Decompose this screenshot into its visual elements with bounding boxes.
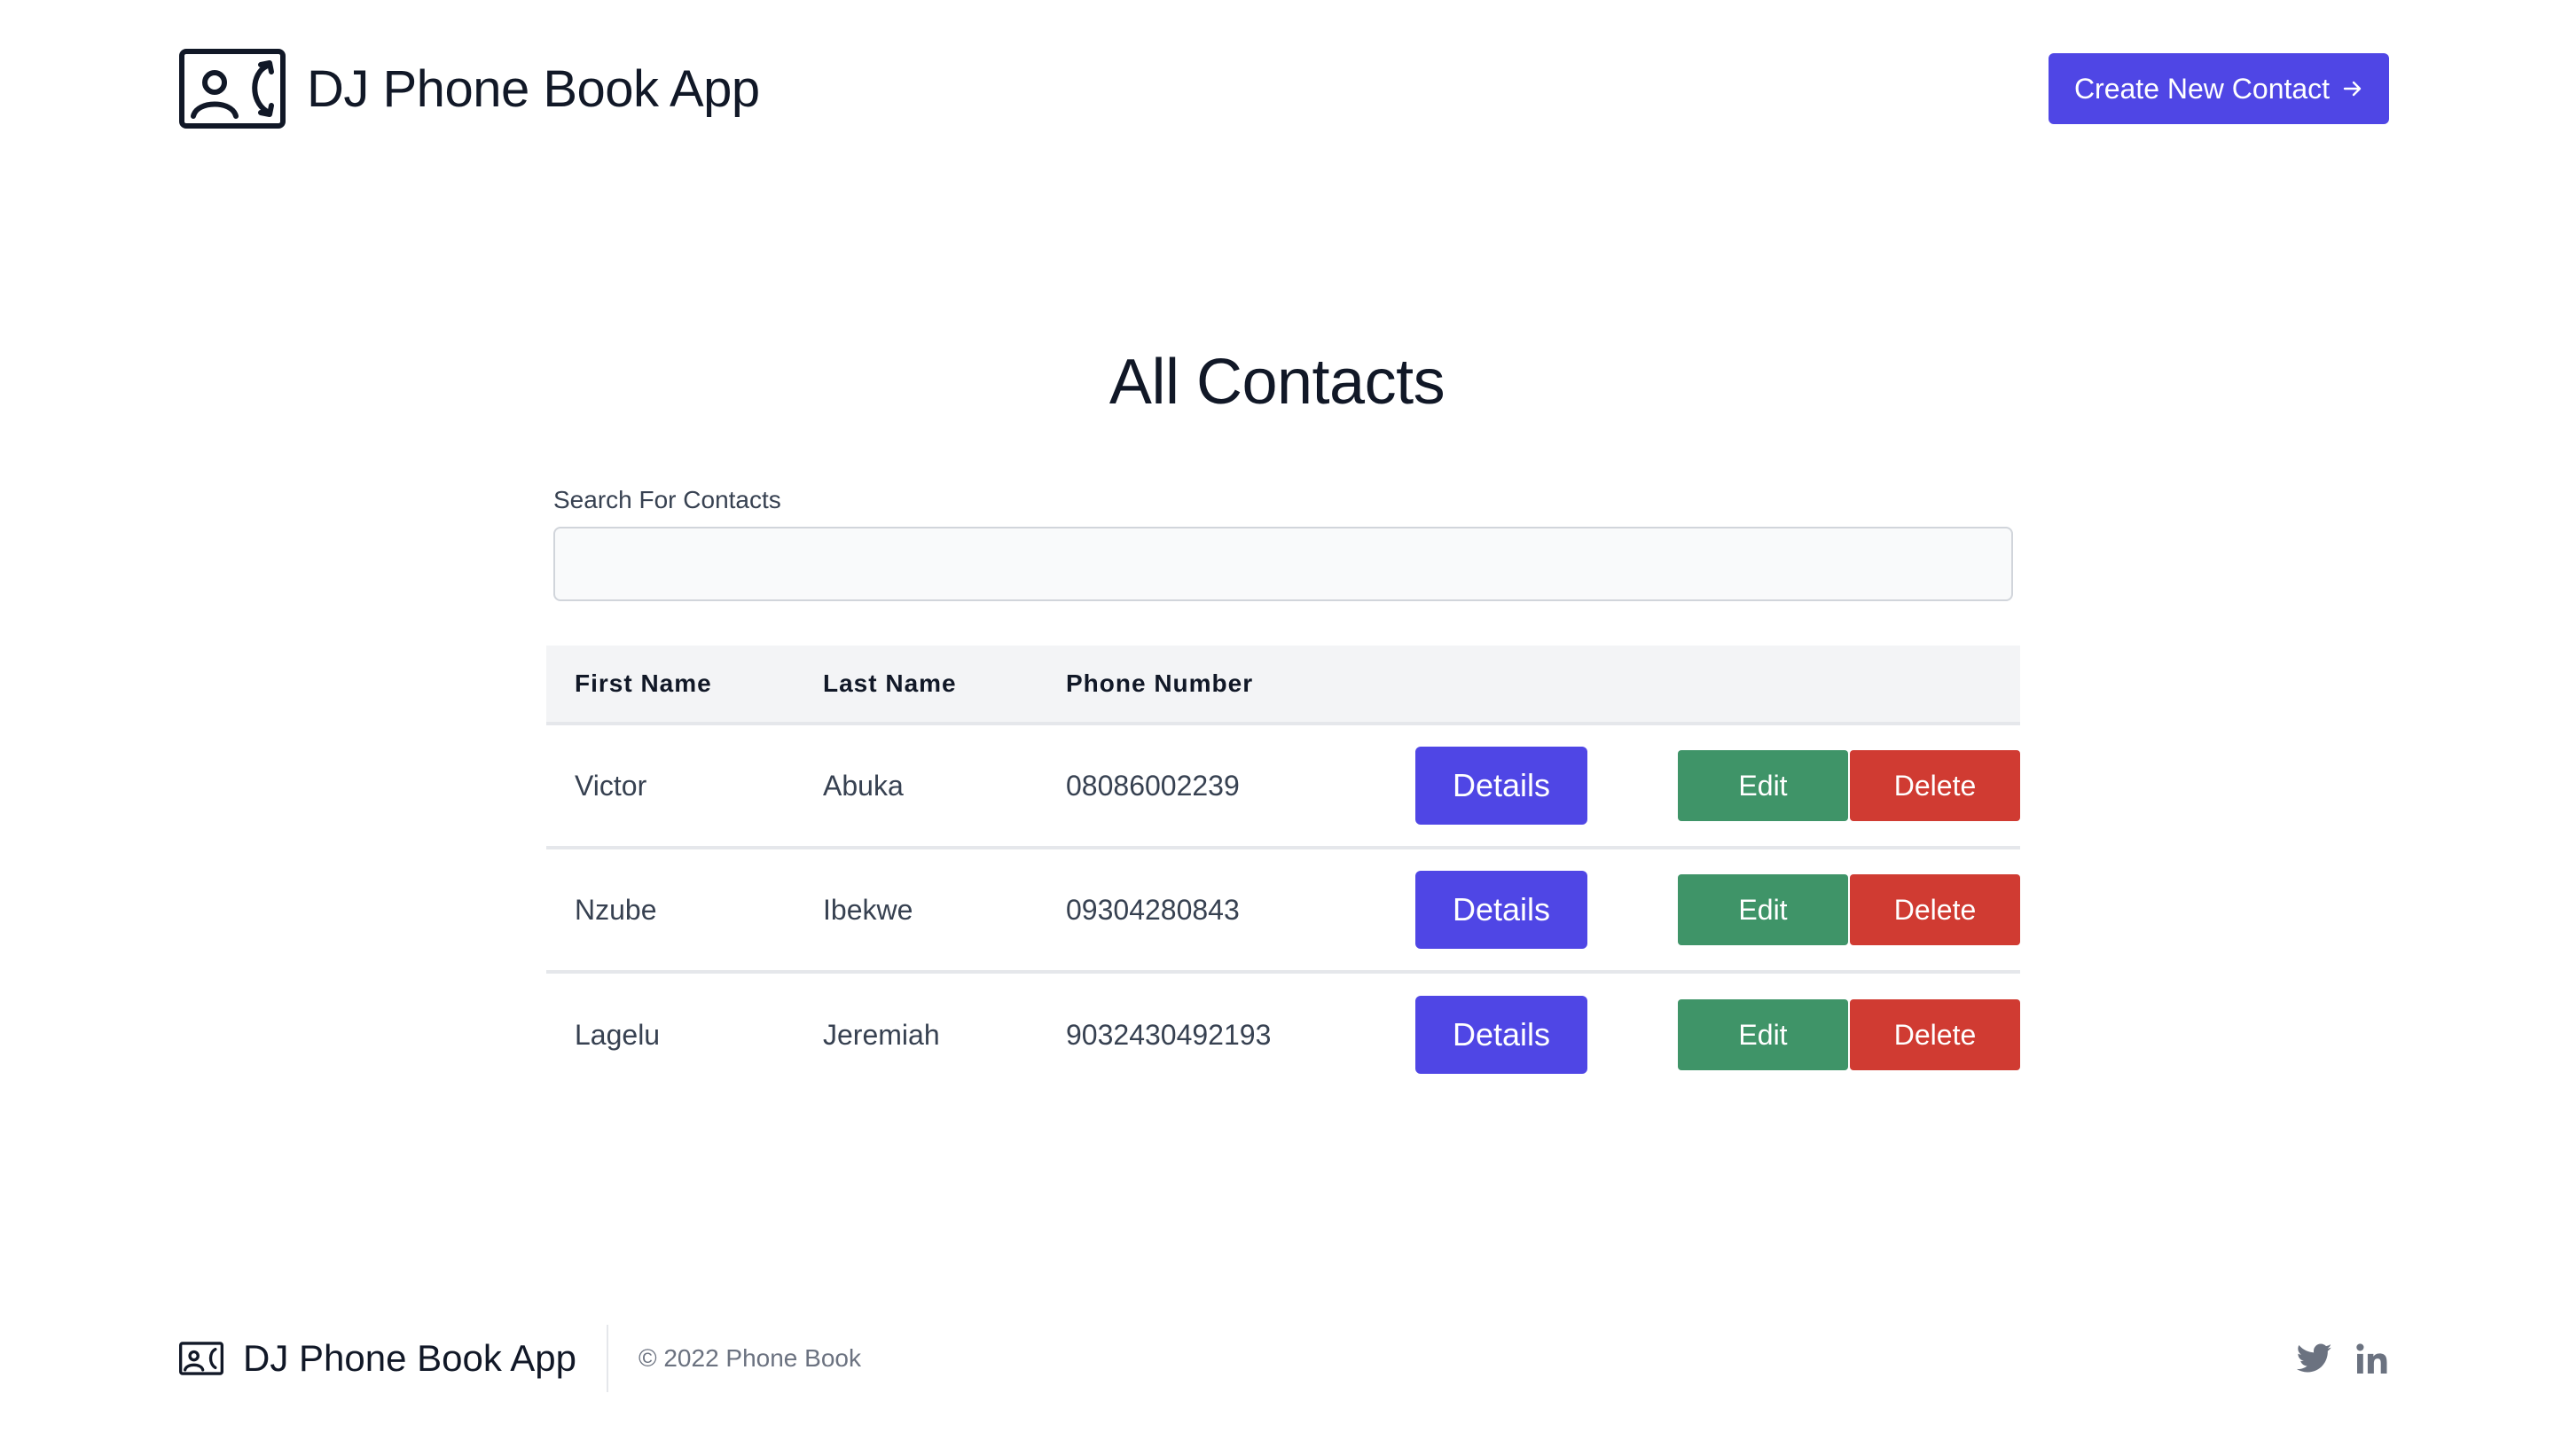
app-header: DJ Phone Book App Create New Contact bbox=[179, 49, 2389, 129]
delete-button[interactable]: Delete bbox=[1850, 874, 2020, 945]
footer-brand-title: DJ Phone Book App bbox=[243, 1337, 576, 1379]
cell-first-name: Victor bbox=[575, 769, 647, 802]
contact-card-phone-icon bbox=[179, 49, 286, 129]
cell-first-name: Lagelu bbox=[575, 1018, 661, 1051]
column-header-first-name: First Name bbox=[575, 669, 712, 697]
column-header-last-name: Last Name bbox=[823, 669, 957, 697]
contact-card-phone-icon bbox=[179, 1342, 223, 1375]
social-links bbox=[2297, 1343, 2389, 1374]
edit-button[interactable]: Edit bbox=[1678, 874, 1848, 945]
column-header-phone-number: Phone Number bbox=[1066, 669, 1254, 697]
search-label: Search For Contacts bbox=[553, 486, 781, 513]
details-button[interactable]: Details bbox=[1415, 747, 1587, 825]
cell-details: Details bbox=[1415, 724, 1673, 848]
cell-actions: Edit Delete bbox=[1673, 848, 2020, 972]
search-input[interactable] bbox=[553, 527, 2013, 601]
create-new-contact-button[interactable]: Create New Contact bbox=[2049, 53, 2389, 124]
linkedin-icon[interactable] bbox=[2355, 1343, 2389, 1374]
edit-button[interactable]: Edit bbox=[1678, 999, 1848, 1070]
cell-details: Details bbox=[1415, 972, 1673, 1096]
table-row: Lagelu Jeremiah 9032430492193 Details Ed… bbox=[546, 972, 2020, 1096]
page-title: All Contacts bbox=[1109, 347, 1445, 418]
delete-button[interactable]: Delete bbox=[1850, 999, 2020, 1070]
cell-last-name: Jeremiah bbox=[823, 1018, 940, 1051]
cell-actions: Edit Delete bbox=[1673, 972, 2020, 1096]
table-row: Nzube Ibekwe 09304280843 Details Edit Del… bbox=[546, 848, 2020, 972]
cell-details: Details bbox=[1415, 848, 1673, 972]
table-header-row: First Name Last Name Phone Number bbox=[546, 646, 2020, 724]
cell-phone-number: 09304280843 bbox=[1066, 893, 1240, 926]
copyright-text: © 2022 Phone Book bbox=[638, 1344, 861, 1372]
cell-phone-number: 08086002239 bbox=[1066, 769, 1240, 802]
create-new-contact-label: Create New Contact bbox=[2073, 72, 2331, 105]
cell-last-name: Abuka bbox=[823, 769, 904, 802]
cell-actions: Edit Delete bbox=[1673, 724, 2020, 848]
column-header-actions bbox=[1673, 646, 2020, 724]
details-button[interactable]: Details bbox=[1415, 871, 1587, 949]
column-header-details bbox=[1415, 646, 1673, 724]
footer-brand[interactable]: DJ Phone Book App bbox=[179, 1325, 608, 1392]
contacts-table: First Name Last Name Phone Number Victor… bbox=[546, 646, 2020, 1096]
cell-last-name: Ibekwe bbox=[823, 893, 913, 926]
brand[interactable]: DJ Phone Book App bbox=[179, 49, 760, 129]
app-footer: DJ Phone Book App © 2022 Phone Book bbox=[179, 1325, 2389, 1392]
details-button[interactable]: Details bbox=[1415, 996, 1587, 1074]
cell-first-name: Nzube bbox=[575, 893, 657, 926]
delete-button[interactable]: Delete bbox=[1850, 750, 2020, 821]
arrow-right-icon bbox=[2342, 78, 2363, 99]
twitter-icon[interactable] bbox=[2297, 1343, 2332, 1374]
footer-left: DJ Phone Book App © 2022 Phone Book bbox=[179, 1325, 861, 1392]
brand-title: DJ Phone Book App bbox=[307, 59, 760, 118]
edit-button[interactable]: Edit bbox=[1678, 750, 1848, 821]
table-row: Victor Abuka 08086002239 Details Edit Del… bbox=[546, 724, 2020, 848]
cell-phone-number: 9032430492193 bbox=[1066, 1018, 1272, 1051]
